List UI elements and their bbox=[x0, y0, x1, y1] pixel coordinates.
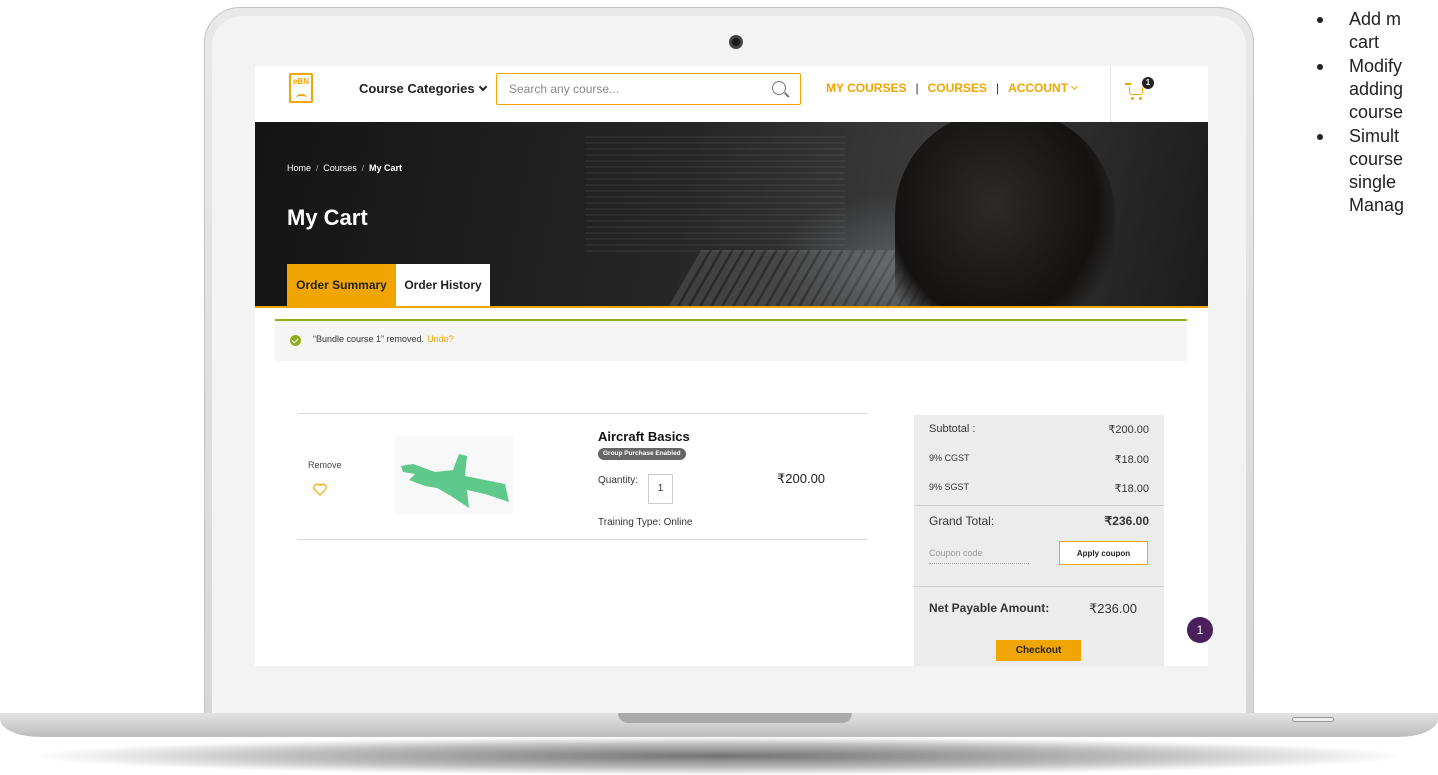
removed-notice: “Bundle course 1” removed. Undo? bbox=[275, 319, 1187, 361]
checkout-button[interactable]: Checkout bbox=[996, 640, 1081, 661]
feature-bullet-line: course bbox=[1349, 149, 1404, 169]
hero-banner: Home / Courses / My Cart My Cart Order Summa… bbox=[255, 122, 1208, 306]
feature-bullet-line: single bbox=[1349, 172, 1397, 192]
group-purchase-badge: Group Purchase Enabled bbox=[598, 448, 686, 460]
tab-order-summary[interactable]: Order Summary bbox=[287, 264, 396, 306]
mockup-stage: eBN Course Categories MY COURSES | COURSES… bbox=[0, 0, 1438, 775]
item-divider-top bbox=[298, 413, 868, 414]
chevron-down-icon bbox=[478, 82, 487, 92]
check-circle-icon bbox=[290, 335, 301, 346]
feature-bullet-line: Add m bbox=[1349, 9, 1402, 29]
remove-link[interactable]: Remove bbox=[308, 460, 342, 470]
site-header: eBN Course Categories MY COURSES | COURSES… bbox=[255, 66, 1208, 122]
page-title: My Cart bbox=[287, 205, 368, 230]
feature-bullet: Modify adding course bbox=[1315, 55, 1438, 124]
chat-widget-button[interactable]: 1 bbox=[1187, 617, 1213, 643]
laptop-shadow bbox=[40, 737, 1398, 775]
net-payable-value: ₹236.00 bbox=[1088, 601, 1137, 616]
sgst-value: ₹18.00 bbox=[1114, 483, 1149, 495]
cgst-row: 9% CGST ₹18.00 bbox=[929, 453, 1149, 466]
feature-bullet: Add m cart bbox=[1315, 8, 1438, 54]
item-divider-bottom bbox=[298, 539, 868, 540]
subtotal-label: Subtotal : bbox=[929, 423, 976, 435]
hero-accent-line bbox=[255, 306, 1208, 308]
feature-bullet-line: Simult bbox=[1349, 126, 1400, 146]
nav-my-courses[interactable]: MY COURSES bbox=[826, 81, 906, 95]
laptop-screen: eBN Course Categories MY COURSES | COURSES… bbox=[255, 66, 1208, 666]
cgst-value: ₹18.00 bbox=[1114, 454, 1149, 466]
breadcrumb-separator: / bbox=[361, 164, 364, 173]
course-categories-label: Course Categories bbox=[359, 81, 475, 96]
top-nav: MY COURSES | COURSES | ACCOUNT bbox=[826, 81, 1079, 95]
nav-account[interactable]: ACCOUNT bbox=[1008, 81, 1068, 95]
feature-bullet-line: course bbox=[1349, 102, 1404, 122]
laptop-indicator bbox=[1292, 717, 1334, 722]
undo-link[interactable]: Undo? bbox=[427, 334, 454, 344]
grand-total-row: Grand Total: ₹236.00 bbox=[929, 514, 1149, 528]
subtotal-row: Subtotal : ₹200.00 bbox=[929, 423, 1149, 436]
summary-divider bbox=[914, 586, 1164, 587]
search-input[interactable] bbox=[509, 80, 759, 98]
laptop-notch bbox=[618, 713, 852, 723]
hero-background-person bbox=[895, 122, 1115, 306]
breadcrumb-separator: / bbox=[316, 164, 319, 173]
feature-bullet-line: cart bbox=[1349, 32, 1380, 52]
apply-coupon-button[interactable]: Apply coupon bbox=[1059, 541, 1148, 565]
chevron-down-icon bbox=[1071, 82, 1079, 91]
breadcrumb-home[interactable]: Home bbox=[287, 163, 311, 173]
search-box bbox=[496, 73, 801, 105]
feature-bullet-line: Modify bbox=[1349, 56, 1403, 76]
training-type: Training Type: Online bbox=[598, 517, 693, 528]
webcam bbox=[729, 35, 743, 49]
coupon-code-field[interactable]: Coupon code bbox=[929, 548, 1029, 564]
course-name[interactable]: Aircraft Basics bbox=[598, 429, 690, 444]
grand-total-value: ₹236.00 bbox=[1104, 514, 1149, 528]
search-icon[interactable] bbox=[772, 81, 786, 95]
order-summary-panel: Subtotal : ₹200.00 9% CGST ₹18.00 9% SGS… bbox=[914, 415, 1164, 666]
site-logo[interactable]: eBN bbox=[289, 73, 313, 103]
net-payable-label: Net Payable Amount: bbox=[929, 601, 1050, 615]
grand-total-label: Grand Total: bbox=[929, 514, 995, 528]
notice-message: “Bundle course 1” removed. Undo? bbox=[313, 334, 454, 344]
quantity-label: Quantity: bbox=[598, 475, 639, 486]
header-divider bbox=[1110, 66, 1111, 122]
feature-bullet: Simult course single Manag bbox=[1315, 125, 1438, 217]
sgst-label: 9% SGST bbox=[929, 482, 970, 492]
nav-separator: | bbox=[995, 81, 1000, 95]
heart-icon[interactable] bbox=[313, 483, 327, 496]
breadcrumb: Home / Courses / My Cart bbox=[287, 163, 402, 173]
nav-courses[interactable]: COURSES bbox=[928, 81, 987, 95]
quantity-input[interactable]: 1 bbox=[648, 474, 673, 504]
course-categories-menu[interactable]: Course Categories bbox=[359, 81, 487, 96]
nav-separator: | bbox=[915, 81, 919, 95]
breadcrumb-current: My Cart bbox=[369, 163, 403, 173]
cart-count-badge: 1 bbox=[1142, 77, 1154, 89]
feature-bullet-line: adding bbox=[1349, 79, 1404, 99]
sgst-row: 9% SGST ₹18.00 bbox=[929, 482, 1149, 495]
logo-text: eBN bbox=[292, 77, 309, 86]
cgst-label: 9% CGST bbox=[929, 453, 970, 463]
airplane-image bbox=[395, 436, 513, 514]
subtotal-value: ₹200.00 bbox=[1108, 424, 1149, 436]
tab-order-history[interactable]: Order History bbox=[396, 264, 490, 306]
feature-bullet-list: Add m cart Modify adding course Simult c… bbox=[1315, 8, 1438, 218]
summary-divider bbox=[914, 505, 1164, 506]
notice-text: “Bundle course 1” removed. bbox=[313, 334, 425, 344]
feature-bullet-line: Manag bbox=[1349, 195, 1405, 215]
item-price: ₹200.00 bbox=[777, 471, 826, 486]
breadcrumb-courses[interactable]: Courses bbox=[323, 163, 357, 173]
net-payable-row: Net Payable Amount: ₹236.00 bbox=[929, 601, 1149, 616]
graduation-cap-icon bbox=[296, 94, 307, 101]
